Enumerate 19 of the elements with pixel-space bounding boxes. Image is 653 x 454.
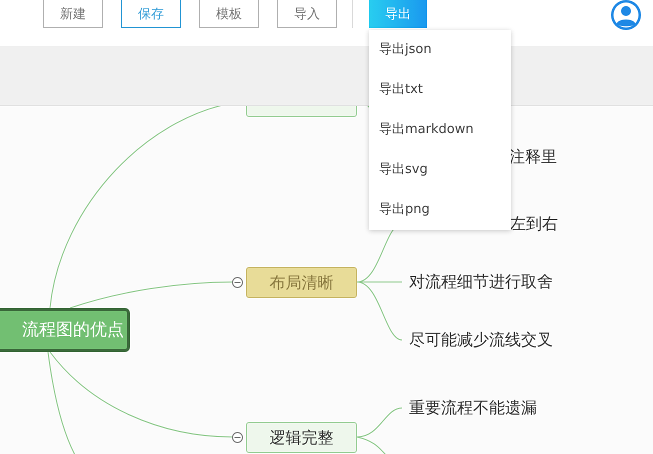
toolbar-button[interactable]: 新建 <box>43 0 103 28</box>
toolbar-button[interactable]: 模板 <box>199 0 259 28</box>
collapse-icon[interactable] <box>232 432 243 443</box>
leaf-text: 重要流程不能遗漏 <box>409 397 537 419</box>
toolbar-button[interactable]: 保存 <box>121 0 181 28</box>
toolbar-button[interactable]: 导入 <box>277 0 337 28</box>
leaf-text: 对流程细节进行取舍 <box>409 271 553 293</box>
avatar-icon[interactable] <box>611 0 641 30</box>
branch-node[interactable]: 逻辑完整 <box>246 422 357 453</box>
menu-item[interactable]: 导出markdown <box>369 119 511 159</box>
branch-node[interactable]: 布局清晰 <box>246 267 357 298</box>
toolbar-button[interactable]: 导出 <box>369 0 427 28</box>
leaf-text: 左到右 <box>510 213 558 235</box>
menu-item[interactable]: 导出png <box>369 199 511 239</box>
menu-item[interactable]: 导出json <box>369 39 511 79</box>
menu-item[interactable]: 导出txt <box>369 79 511 119</box>
collapse-icon[interactable] <box>232 277 243 288</box>
menu-item[interactable]: 导出svg <box>369 159 511 199</box>
leaf-text: 尽可能减少流线交叉 <box>409 329 553 351</box>
